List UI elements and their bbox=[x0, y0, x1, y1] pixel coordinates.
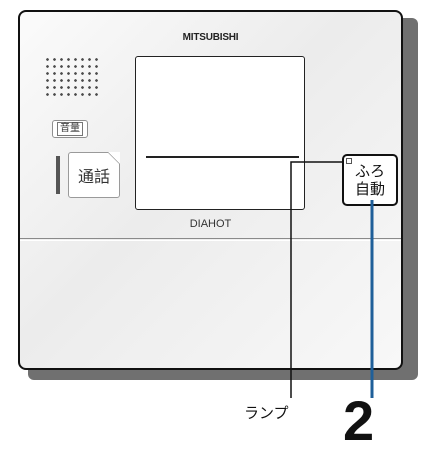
callout-number: 2 bbox=[343, 389, 375, 452]
lamp-callout-label: ランプ bbox=[244, 404, 289, 422]
lamp-leader-line bbox=[290, 161, 344, 398]
